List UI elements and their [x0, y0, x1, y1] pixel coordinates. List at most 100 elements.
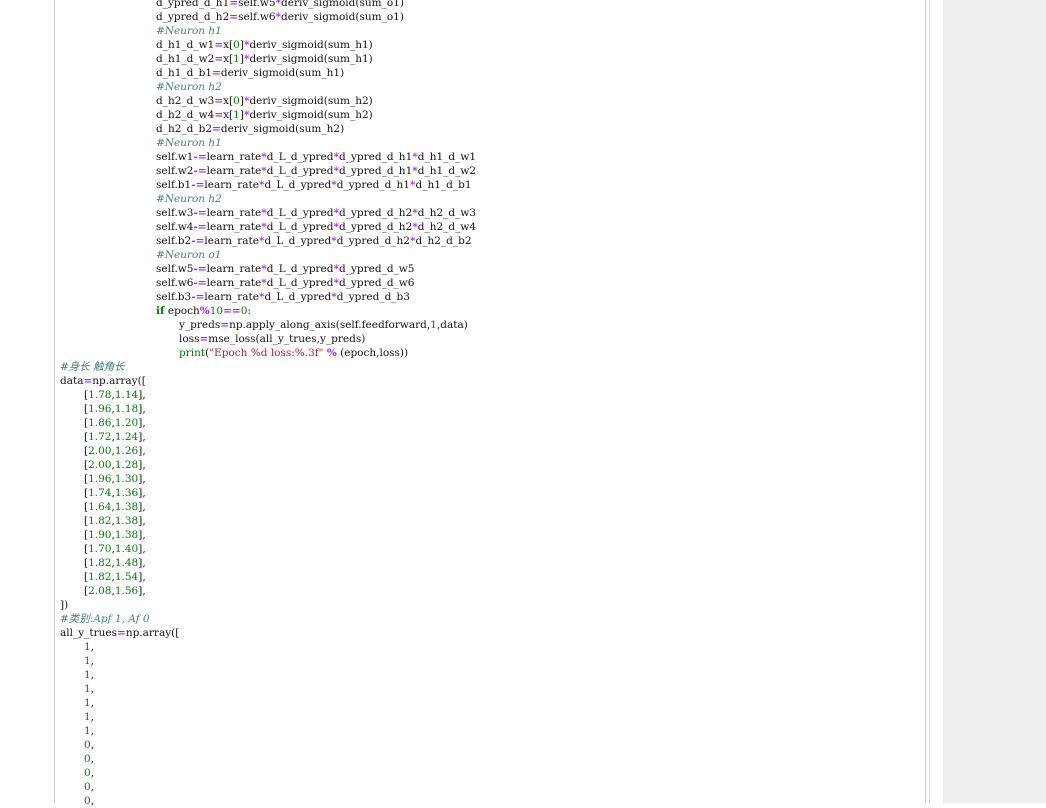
code-token: d_ypred_d_h1 — [156, 0, 230, 9]
code-comment: #Neuron h2 — [156, 193, 222, 205]
code-line: [1.64,1.38], — [60, 500, 920, 514]
code-token: , — [90, 753, 95, 765]
code-token: self.b1 — [156, 179, 192, 191]
code-line: if epoch%10==0: — [60, 304, 920, 318]
code-operator: = — [220, 319, 230, 331]
code-number: 1.56 — [114, 585, 139, 597]
code-comment: #Neuron o1 — [156, 249, 222, 261]
code-number: 1.72 — [88, 431, 112, 443]
code-token: ], — [138, 417, 146, 429]
code-number: 1.82 — [88, 557, 112, 569]
code-token: learn_rate — [206, 151, 262, 163]
code-token: self.w4 — [156, 221, 194, 233]
code-number: 1 — [84, 641, 91, 653]
code-line: print("Epoch %d loss:%.3f" % (epoch,loss… — [60, 346, 920, 360]
code-operator: = — [117, 627, 126, 639]
code-line: 1, — [60, 682, 920, 696]
code-number: 1 — [233, 53, 240, 65]
code-operator: % — [326, 347, 337, 359]
code-token: epoch — [164, 305, 200, 317]
code-token: (epoch,loss)) — [336, 347, 409, 359]
code-number: 1.78 — [88, 389, 112, 401]
code-token: y_preds — [179, 319, 221, 331]
code-line: d_h1_d_w2=x[1]*deriv_sigmoid(sum_h1) — [60, 52, 920, 66]
code-token: ], — [138, 431, 146, 443]
code-line: loss=mse_loss(all_y_trues,y_preds) — [60, 332, 920, 346]
code-number: 1.70 — [88, 543, 112, 555]
code-token: x[ — [223, 53, 234, 65]
code-operator: -= — [193, 207, 207, 219]
code-line: d_h2_d_w4=x[1]*deriv_sigmoid(sum_h2) — [60, 108, 920, 122]
code-token: d_ypred_d_h2 — [339, 207, 413, 219]
code-number: 1.96 — [88, 403, 112, 415]
code-token: d_ypred_d_b3 — [336, 291, 410, 303]
code-line: #身长 触角长 — [60, 360, 920, 374]
code-line: d_h1_d_w1=x[0]*deriv_sigmoid(sum_h1) — [60, 38, 920, 52]
code-line: [1.82,1.48], — [60, 556, 920, 570]
code-token: learn_rate — [206, 263, 262, 275]
code-token: ]) — [60, 599, 69, 611]
code-line: 1, — [60, 710, 920, 724]
code-token: self.b2 — [156, 235, 192, 247]
code-token: deriv_sigmoid(sum_h1) — [249, 53, 373, 65]
code-token: learn_rate — [206, 277, 262, 289]
code-number: 1.20 — [114, 417, 139, 429]
code-token: d_ypred_d_h2 — [336, 235, 410, 247]
code-number: 1.90 — [88, 529, 112, 541]
code-number: 0 — [233, 95, 240, 107]
code-line: [1.96,1.18], — [60, 402, 920, 416]
code-operator: = — [212, 123, 221, 135]
code-operator: -= — [191, 235, 205, 247]
code-number: 1.96 — [88, 473, 112, 485]
code-line: #Neuron h2 — [60, 192, 920, 206]
code-token: self.b3 — [156, 291, 192, 303]
code-token: , — [90, 725, 95, 737]
code-token: d_ypred_d_h1 — [336, 179, 410, 191]
code-number: 1.38 — [114, 529, 139, 541]
code-token: d_h2_d_w4 — [417, 221, 477, 233]
code-number: 1.14 — [114, 389, 139, 401]
code-line: #Neuron h2 — [60, 80, 920, 94]
code-token: self.w5 — [156, 263, 194, 275]
code-line: self.w2-=learn_rate*d_L_d_ypred*d_ypred_… — [60, 164, 920, 178]
code-number: 1.48 — [114, 557, 139, 569]
code-number: 1.28 — [114, 459, 139, 471]
code-token: , — [90, 641, 95, 653]
code-token: all_y_trues — [60, 627, 118, 639]
code-editor[interactable]: d_ypred_d_h1=self.w5*deriv_sigmoid(sum_o… — [60, 0, 920, 808]
code-number: 1.24 — [114, 431, 139, 443]
code-token: data — [60, 375, 84, 387]
cell-scroll-edge — [929, 0, 930, 803]
code-number: 1 — [84, 711, 91, 723]
code-number: 1 — [430, 319, 437, 331]
code-number: 1 — [84, 655, 91, 667]
code-line: [1.96,1.30], — [60, 472, 920, 486]
code-operator: = — [229, 0, 239, 9]
code-token: d_L_d_ypred — [266, 151, 334, 163]
code-line: d_h1_d_b1=deriv_sigmoid(sum_h1) — [60, 66, 920, 80]
code-line: 1, — [60, 640, 920, 654]
code-operator: = — [229, 11, 239, 23]
code-line: [1.78,1.14], — [60, 388, 920, 402]
code-line: d_ypred_d_h1=self.w5*deriv_sigmoid(sum_o… — [60, 0, 920, 10]
code-operator: = — [214, 109, 224, 121]
code-token: d_h1_d_w1 — [417, 151, 477, 163]
code-line: [2.00,1.28], — [60, 458, 920, 472]
code-number: 0 — [84, 753, 91, 765]
code-token: , — [90, 711, 95, 723]
code-line: [2.08,1.56], — [60, 584, 920, 598]
code-token: np.apply_along_axis(self.feedforward, — [229, 319, 431, 331]
code-number: 1.26 — [114, 445, 139, 457]
code-line: [1.72,1.24], — [60, 430, 920, 444]
code-number: 1.74 — [88, 487, 112, 499]
code-line: d_h2_d_w3=x[0]*deriv_sigmoid(sum_h2) — [60, 94, 920, 108]
code-token: : — [247, 305, 251, 317]
code-token: d_ypred_d_h2 — [156, 11, 230, 23]
code-line: [1.82,1.54], — [60, 570, 920, 584]
code-number: 0 — [233, 39, 240, 51]
code-line: d_h2_d_b2=deriv_sigmoid(sum_h2) — [60, 122, 920, 136]
code-operator: -= — [191, 291, 205, 303]
code-line: [1.82,1.38], — [60, 514, 920, 528]
code-operator: % — [199, 305, 210, 317]
code-comment: #Neuron h2 — [156, 81, 222, 93]
